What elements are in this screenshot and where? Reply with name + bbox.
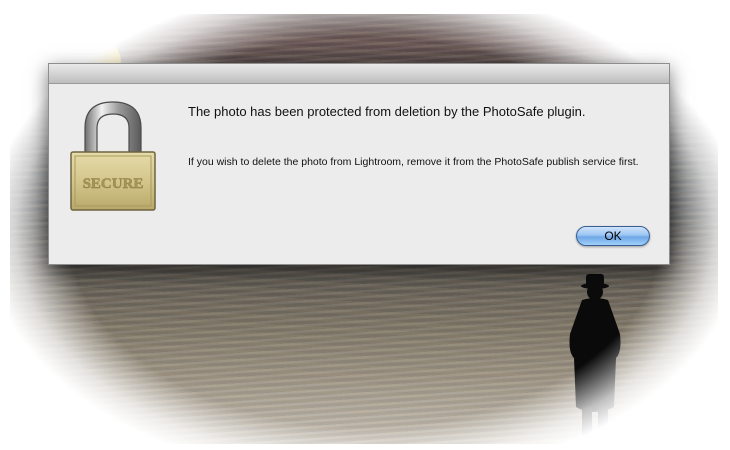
ok-button[interactable]: OK [576, 226, 650, 246]
padlock-icon: SECURE [70, 101, 156, 211]
alert-dialog: SECURE The photo has been protected from… [48, 63, 670, 265]
dialog-title-text: The photo has been protected from deleti… [188, 104, 586, 119]
padlock-lettering: SECURE [83, 176, 144, 192]
person-silhouette-icon [569, 274, 621, 442]
dialog-titlebar[interactable] [49, 64, 669, 84]
dialog-message-text: If you wish to delete the photo from Lig… [188, 156, 639, 168]
desktop-scene: SECURE The photo has been protected from… [0, 0, 730, 450]
